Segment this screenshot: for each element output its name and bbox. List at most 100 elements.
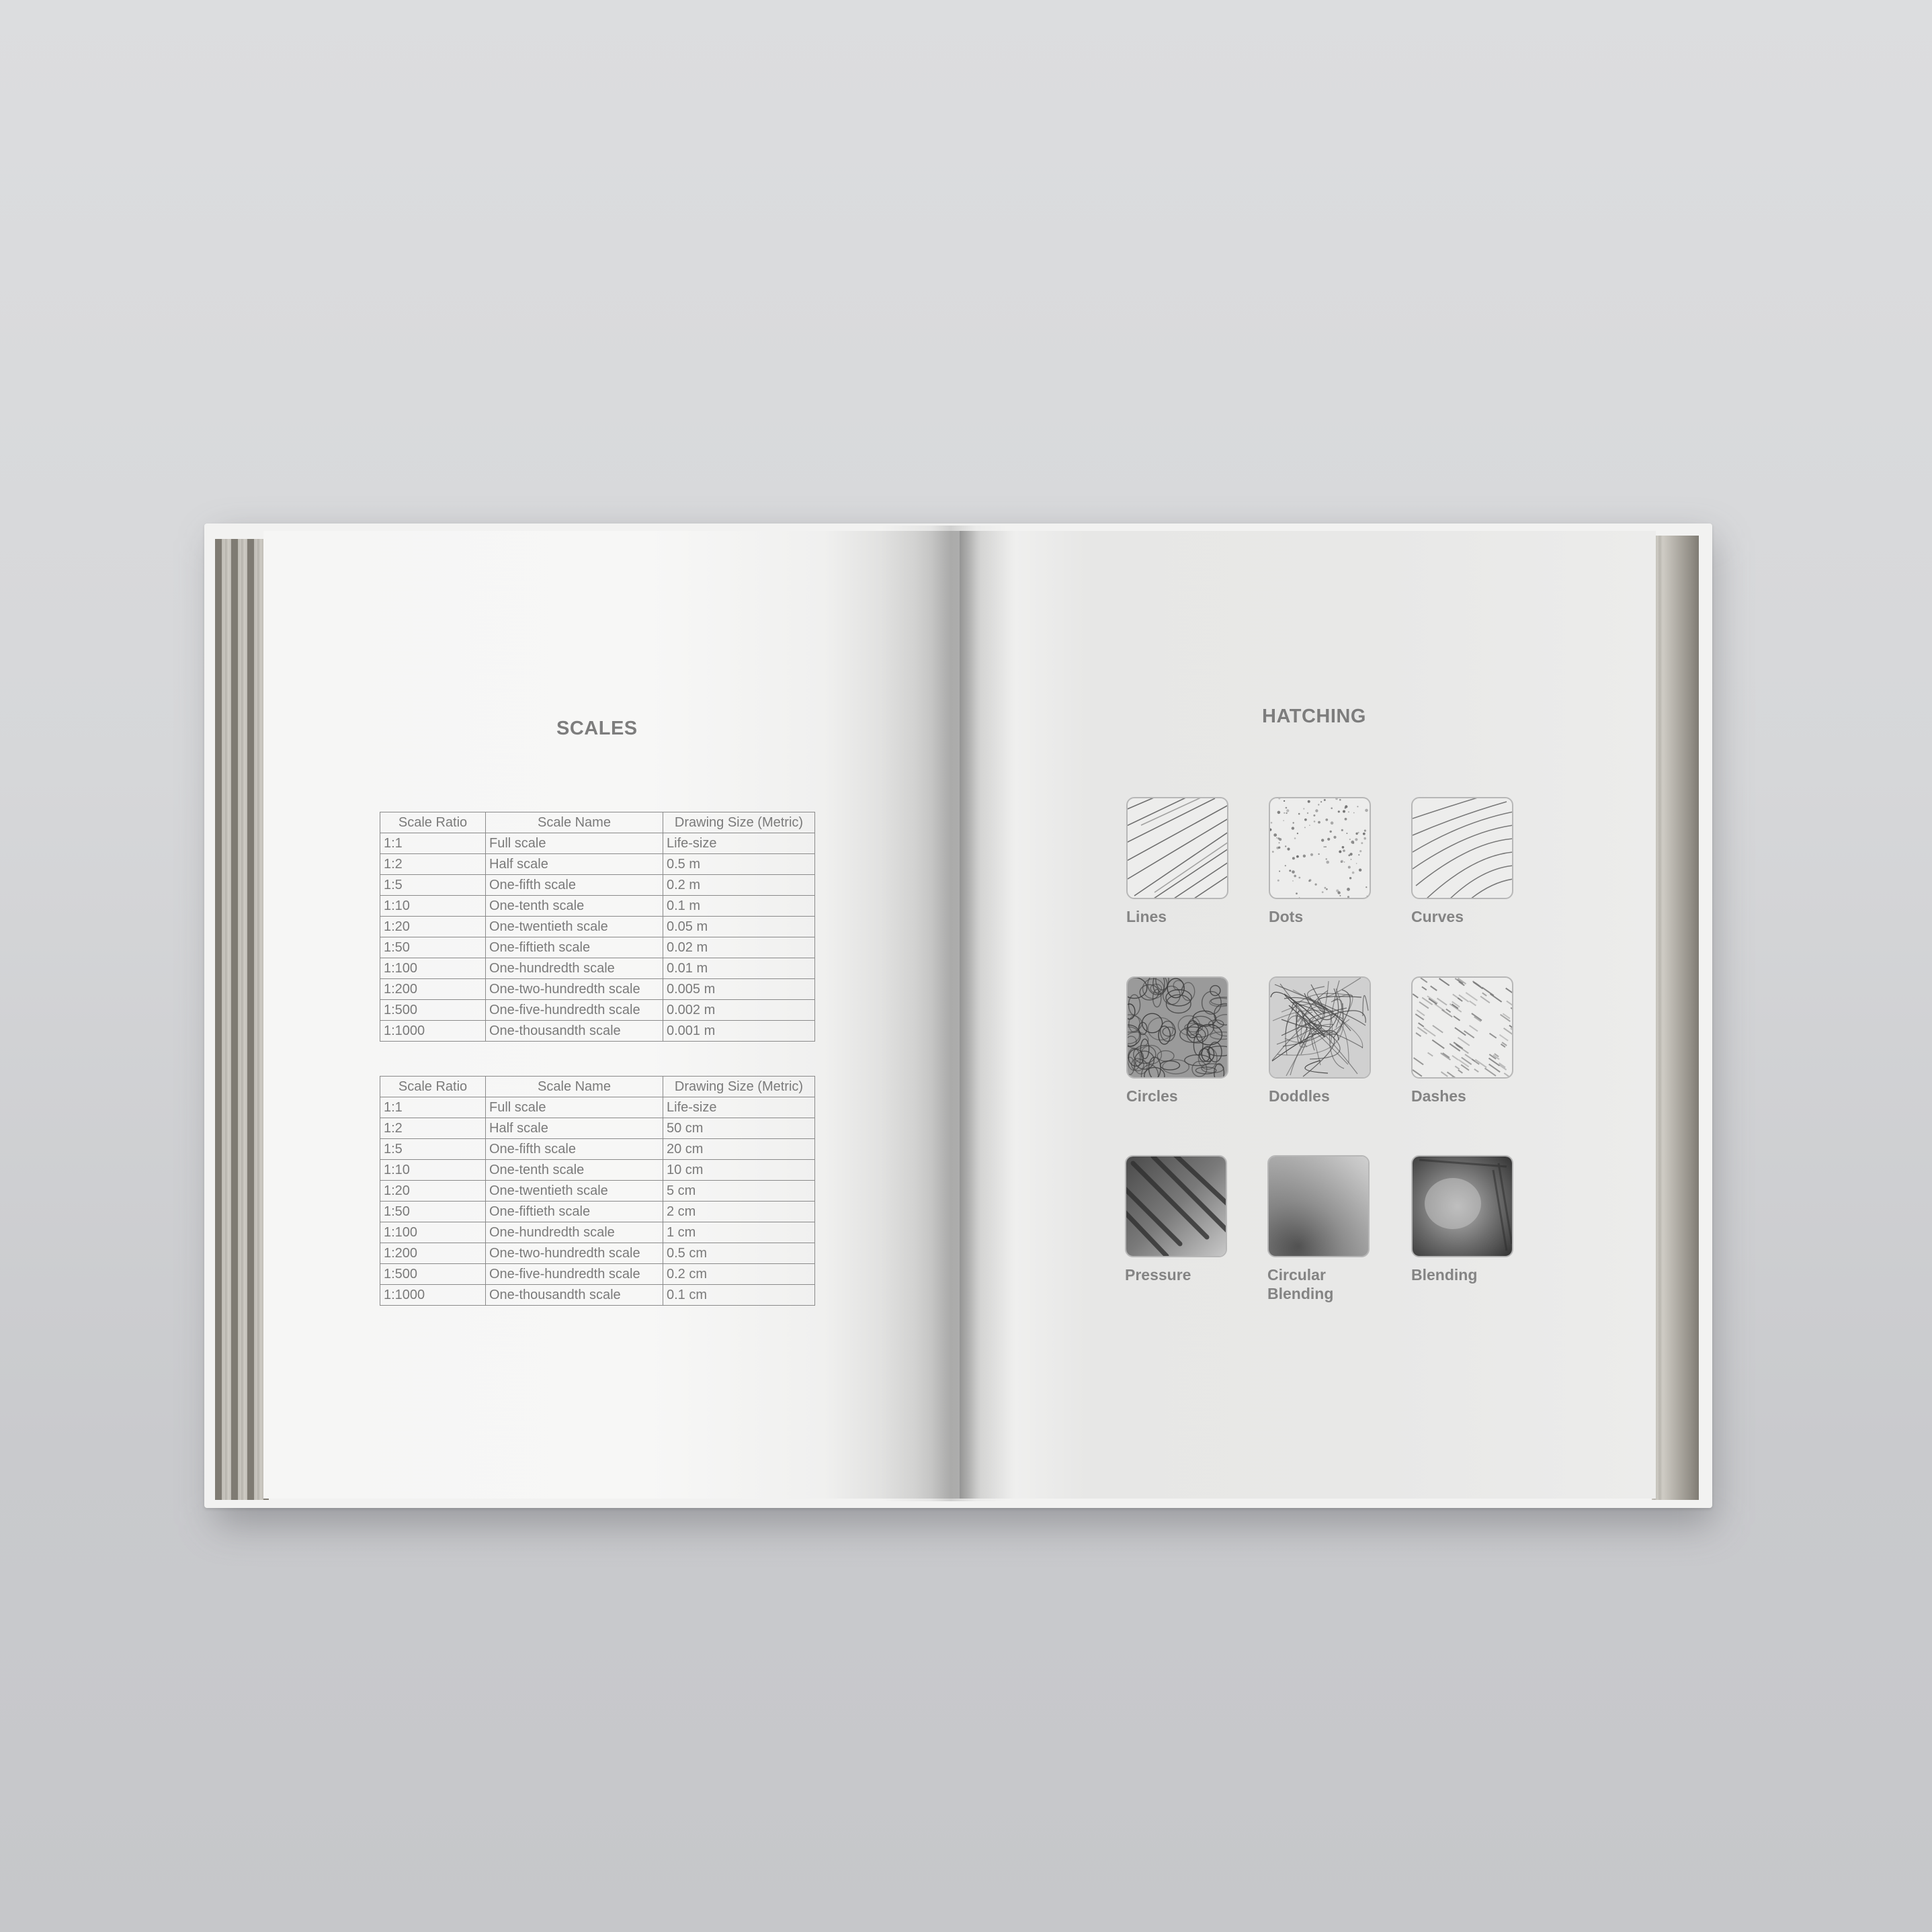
cell-scale-ratio: 1:100 xyxy=(380,1222,486,1243)
header-scale-ratio: Scale Ratio xyxy=(380,812,486,833)
swatch-blending: Blending xyxy=(1411,1155,1559,1284)
curves-hatching-icon xyxy=(1411,797,1513,899)
header-drawing-size: Drawing Size (Metric) xyxy=(663,1076,815,1097)
cell-drawing-size: Life-size xyxy=(663,1097,815,1118)
cell-scale-ratio: 1:200 xyxy=(380,1243,486,1264)
header-scale-name: Scale Name xyxy=(485,812,663,833)
table-row: 1:100 One-hundredth scale 0.01 m xyxy=(380,958,815,979)
cell-scale-name: One-twentieth scale xyxy=(485,1180,663,1202)
cell-scale-name: One-five-hundredth scale xyxy=(485,1263,663,1285)
scale-table-meters: Scale Ratio Scale Name Drawing Size (Met… xyxy=(380,812,815,1042)
table-row: 1:200 One-two-hundredth scale 0.5 cm xyxy=(380,1243,815,1264)
cell-drawing-size: Life-size xyxy=(663,833,815,854)
cell-scale-name: One-tenth scale xyxy=(485,895,663,917)
page-edges-right xyxy=(1652,536,1699,1500)
scales-title: SCALES xyxy=(556,718,638,739)
cell-scale-name: One-fifth scale xyxy=(485,874,663,896)
swatch-doddles: Doddles xyxy=(1269,976,1417,1105)
swatch-dots: Dots xyxy=(1269,797,1417,926)
swatch-label: Doddles xyxy=(1269,1087,1330,1105)
swatch-circles: Circles xyxy=(1126,976,1274,1105)
table-row: 1:2 Half scale 0.5 m xyxy=(380,853,815,875)
circular-blending-icon xyxy=(1267,1155,1370,1257)
swatch-label: Dashes xyxy=(1411,1087,1466,1105)
table-row: 1:200 One-two-hundredth scale 0.005 m xyxy=(380,978,815,1000)
table-row: 1:1000 One-thousandth scale 0.001 m xyxy=(380,1020,815,1042)
cell-scale-name: One-fifth scale xyxy=(485,1138,663,1160)
table-row: 1:1000 One-thousandth scale 0.1 cm xyxy=(380,1284,815,1306)
cell-scale-name: One-hundredth scale xyxy=(485,958,663,979)
cell-drawing-size: 0.001 m xyxy=(663,1020,815,1042)
cell-scale-ratio: 1:500 xyxy=(380,1263,486,1285)
cell-scale-name: One-thousandth scale xyxy=(485,1020,663,1042)
cell-drawing-size: 0.002 m xyxy=(663,999,815,1021)
cell-drawing-size: 50 cm xyxy=(663,1118,815,1139)
table-row: 1:1 Full scale Life-size xyxy=(380,1097,815,1118)
table-row: 1:5 One-fifth scale 0.2 m xyxy=(380,874,815,896)
hatching-title: HATCHING xyxy=(1262,706,1366,727)
table-header-row: Scale Ratio Scale Name Drawing Size (Met… xyxy=(380,1076,815,1097)
table-row: 1:50 One-fiftieth scale 2 cm xyxy=(380,1201,815,1222)
swatch-label: Lines xyxy=(1126,908,1167,925)
swatch-pressure: Pressure xyxy=(1125,1155,1273,1284)
table-row: 1:1 Full scale Life-size xyxy=(380,833,815,854)
swatch-label: Pressure xyxy=(1125,1266,1191,1284)
cell-scale-name: One-tenth scale xyxy=(485,1159,663,1181)
circles-hatching-icon xyxy=(1126,976,1228,1079)
cell-drawing-size: 0.2 m xyxy=(663,874,815,896)
cell-scale-ratio: 1:100 xyxy=(380,958,486,979)
cell-scale-name: One-fiftieth scale xyxy=(485,937,663,958)
cell-scale-ratio: 1:200 xyxy=(380,978,486,1000)
cell-drawing-size: 1 cm xyxy=(663,1222,815,1243)
cell-scale-ratio: 1:5 xyxy=(380,874,486,896)
cell-drawing-size: 0.5 m xyxy=(663,853,815,875)
table-row: 1:2 Half scale 50 cm xyxy=(380,1118,815,1139)
cell-scale-name: One-fiftieth scale xyxy=(485,1201,663,1222)
cell-drawing-size: 0.1 cm xyxy=(663,1284,815,1306)
table-row: 1:500 One-five-hundredth scale 0.2 cm xyxy=(380,1263,815,1285)
scale-table-centimeters: Scale Ratio Scale Name Drawing Size (Met… xyxy=(380,1076,815,1306)
swatch-label: Dots xyxy=(1269,908,1304,925)
doddles-hatching-icon xyxy=(1269,976,1371,1079)
cell-scale-name: Half scale xyxy=(485,1118,663,1139)
cell-drawing-size: 0.02 m xyxy=(663,937,815,958)
header-scale-ratio: Scale Ratio xyxy=(380,1076,486,1097)
swatch-lines: Lines xyxy=(1126,797,1274,926)
swatch-label: Circular Blending xyxy=(1267,1266,1334,1302)
table-row: 1:20 One-twentieth scale 0.05 m xyxy=(380,916,815,937)
page-edges-left xyxy=(215,539,269,1500)
cell-scale-ratio: 1:50 xyxy=(380,1201,486,1222)
cell-drawing-size: 20 cm xyxy=(663,1138,815,1160)
table-row: 1:50 One-fiftieth scale 0.02 m xyxy=(380,937,815,958)
cell-scale-name: Full scale xyxy=(485,1097,663,1118)
cell-scale-name: One-two-hundredth scale xyxy=(485,978,663,1000)
cell-scale-ratio: 1:20 xyxy=(380,1180,486,1202)
swatch-circular-blending: Circular Blending xyxy=(1267,1155,1415,1303)
dashes-hatching-icon xyxy=(1411,976,1513,1079)
table-header-row: Scale Ratio Scale Name Drawing Size (Met… xyxy=(380,812,815,833)
swatch-label: Circles xyxy=(1126,1087,1178,1105)
swatch-dashes: Dashes xyxy=(1411,976,1559,1105)
cell-scale-name: One-hundredth scale xyxy=(485,1222,663,1243)
cell-drawing-size: 0.5 cm xyxy=(663,1243,815,1264)
cell-scale-name: Half scale xyxy=(485,853,663,875)
cell-drawing-size: 5 cm xyxy=(663,1180,815,1202)
cell-scale-name: One-twentieth scale xyxy=(485,916,663,937)
cell-scale-ratio: 1:1 xyxy=(380,833,486,854)
cell-drawing-size: 0.01 m xyxy=(663,958,815,979)
cell-drawing-size: 0.005 m xyxy=(663,978,815,1000)
table-row: 1:20 One-twentieth scale 5 cm xyxy=(380,1180,815,1202)
cell-scale-name: One-two-hundredth scale xyxy=(485,1243,663,1264)
swatch-curves: Curves xyxy=(1411,797,1559,926)
cell-drawing-size: 2 cm xyxy=(663,1201,815,1222)
cell-drawing-size: 0.05 m xyxy=(663,916,815,937)
swatch-label: Blending xyxy=(1411,1266,1478,1284)
table-row: 1:10 One-tenth scale 10 cm xyxy=(380,1159,815,1181)
lines-hatching-icon xyxy=(1126,797,1228,899)
cell-scale-name: Full scale xyxy=(485,833,663,854)
header-scale-name: Scale Name xyxy=(485,1076,663,1097)
cell-scale-ratio: 1:1 xyxy=(380,1097,486,1118)
cell-scale-ratio: 1:500 xyxy=(380,999,486,1021)
cell-scale-ratio: 1:20 xyxy=(380,916,486,937)
table-row: 1:500 One-five-hundredth scale 0.002 m xyxy=(380,999,815,1021)
